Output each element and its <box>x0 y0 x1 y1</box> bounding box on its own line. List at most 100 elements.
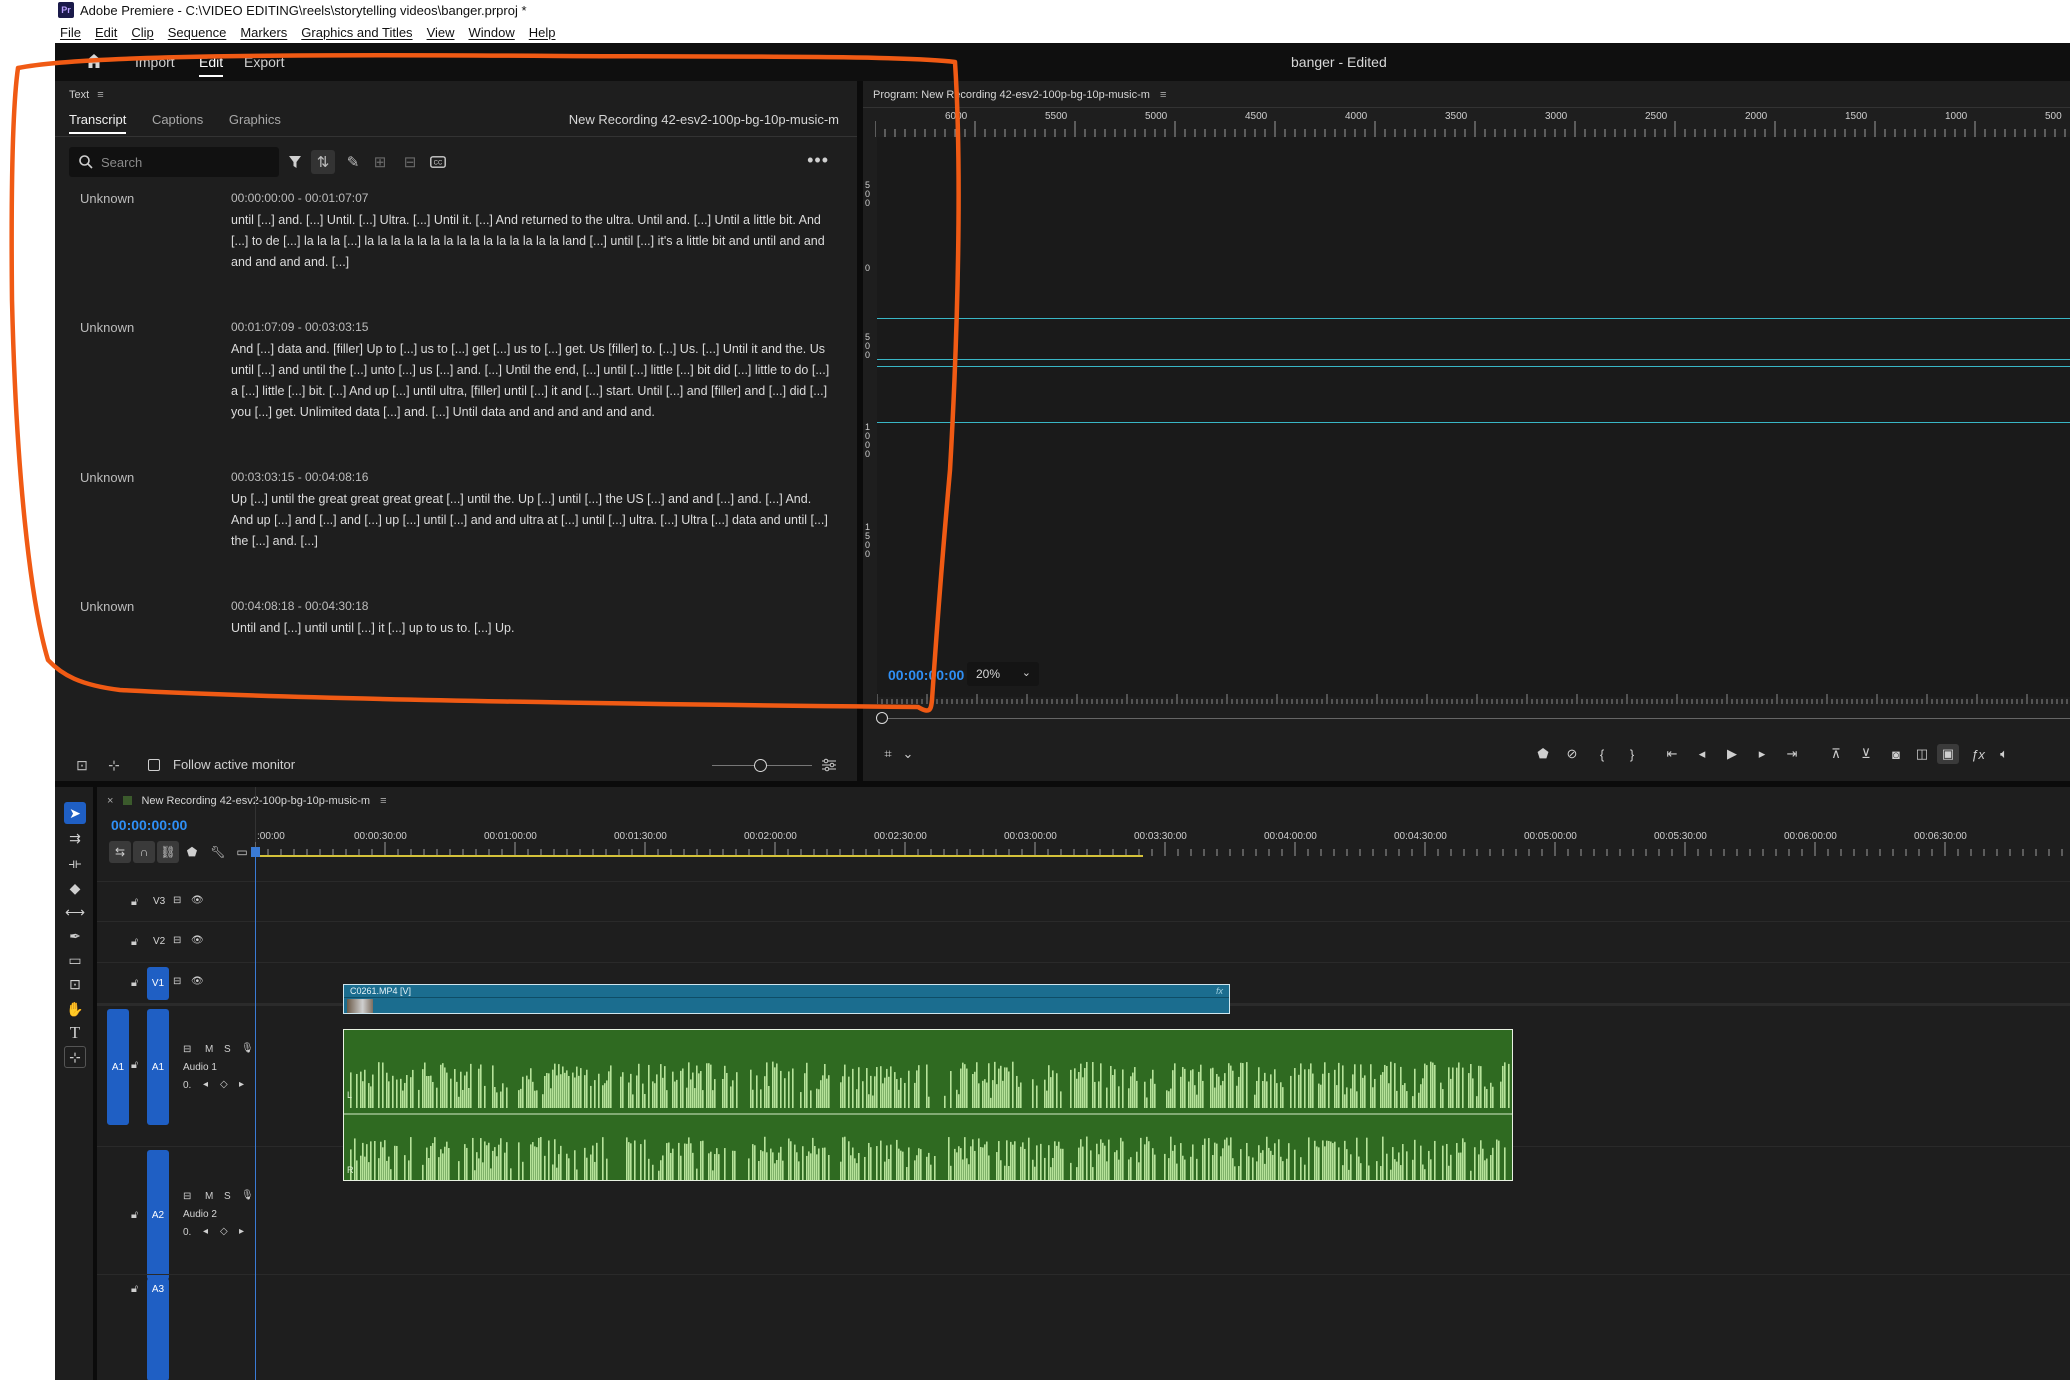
solo-button[interactable]: S <box>224 1191 231 1202</box>
pen-tool-icon[interactable]: ✒ <box>64 925 86 947</box>
prev-keyframe-icon[interactable]: ◂ <box>203 1226 208 1237</box>
sync-lock-icon[interactable]: ⊟ <box>183 1191 191 1202</box>
transcript-search-input[interactable]: Search <box>69 147 279 177</box>
tab-transcript[interactable]: Transcript <box>69 112 126 127</box>
segment-text[interactable]: Until and [...] until until [...] it [..… <box>231 618 836 639</box>
step-back-icon[interactable]: ◂ <box>1691 744 1713 764</box>
extract-icon[interactable]: ⊻ <box>1855 744 1877 764</box>
work-area-bar[interactable] <box>255 855 1143 857</box>
track-target-a2[interactable]: A2 <box>147 1150 169 1280</box>
speaker-label[interactable]: Unknown <box>80 191 134 206</box>
zoom-level-select[interactable]: 20% ⌄ <box>967 662 1039 686</box>
rectangle-tool-icon[interactable]: ▭ <box>64 949 86 971</box>
hand-tool-icon[interactable]: ✋ <box>64 998 86 1020</box>
playhead-handle[interactable] <box>251 847 260 857</box>
tab-captions[interactable]: Captions <box>152 112 203 127</box>
speaker-label[interactable]: Unknown <box>80 470 134 485</box>
ripple-edit-tool-icon[interactable]: ⟛ <box>64 852 86 874</box>
transcript-settings-icon[interactable]: ⊹ <box>103 755 125 775</box>
menu-clip[interactable]: Clip <box>131 25 153 40</box>
sync-transcript-icon[interactable]: ⇅ <box>311 150 335 174</box>
adjust-icon[interactable] <box>818 755 840 775</box>
next-keyframe-icon[interactable]: ▸ <box>239 1226 244 1237</box>
sync-lock-icon[interactable]: ⊟ <box>183 1044 191 1055</box>
go-to-in-icon[interactable]: ⇤ <box>1661 744 1683 764</box>
menu-view[interactable]: View <box>427 25 455 40</box>
play-icon[interactable]: ▶ <box>1721 744 1743 764</box>
captions-icon[interactable]: ▭ <box>231 841 253 863</box>
wrench-icon[interactable]: 🔧︎ <box>207 841 229 863</box>
guide-line[interactable] <box>877 366 2070 367</box>
comparison-view-icon[interactable]: ◫ <box>1911 744 1933 764</box>
add-keyframe-icon[interactable]: ◇ <box>220 1226 228 1237</box>
menu-file[interactable]: File <box>60 25 81 40</box>
snap-icon[interactable]: ∩ <box>133 841 155 863</box>
track-target-a3[interactable]: A3 <box>147 1278 169 1380</box>
razor-tool-icon[interactable]: ◆ <box>64 877 86 899</box>
eye-icon[interactable]: 👁︎ <box>191 976 204 987</box>
tab-import[interactable]: Import <box>135 54 175 70</box>
speaker-label[interactable]: Unknown <box>80 320 134 335</box>
panel-menu-icon[interactable]: ≡ <box>97 89 103 101</box>
menu-markers[interactable]: Markers <box>240 25 287 40</box>
type-tool-icon[interactable]: T <box>64 1022 86 1044</box>
menu-edit[interactable]: Edit <box>95 25 117 40</box>
timeline-tab[interactable]: × New Recording 42-esv2-100p-bg-10p-music… <box>107 795 387 807</box>
add-keyframe-icon[interactable]: ◇ <box>220 1079 228 1090</box>
sync-lock-icon[interactable]: ⊟ <box>173 895 181 906</box>
mute-button[interactable]: M <box>205 1191 213 1202</box>
eye-icon[interactable]: 👁︎ <box>191 895 204 906</box>
segment-text[interactable]: until [...] and. [...] Until. [...] Ultr… <box>231 210 836 273</box>
microphone-icon[interactable]: 🎙︎ <box>241 1043 254 1054</box>
go-to-out-icon[interactable]: ⇥ <box>1781 744 1803 764</box>
mute-button[interactable]: M <box>205 1044 213 1055</box>
prev-keyframe-icon[interactable]: ◂ <box>203 1079 208 1090</box>
program-timecode[interactable]: 00:00:00:00 <box>888 667 964 683</box>
sync-lock-icon[interactable]: ⊟ <box>173 976 181 987</box>
split-segment-icon[interactable]: ⊞ <box>368 150 392 174</box>
track-volume[interactable]: 0. <box>183 1227 191 1238</box>
video-clip[interactable]: C0261.MP4 [V] fx <box>343 984 1230 1014</box>
lock-icon[interactable]: 🔓︎ <box>131 936 138 949</box>
menu-window[interactable]: Window <box>469 25 515 40</box>
speaker-label[interactable]: Unknown <box>80 599 134 614</box>
insert-sequence-icon[interactable]: ⇆ <box>109 841 131 863</box>
track-target-v1[interactable]: V1 <box>147 967 169 1000</box>
menu-graphics-and-titles[interactable]: Graphics and Titles <box>301 25 412 40</box>
export-frame-icon[interactable]: ◙ <box>1885 744 1907 764</box>
clear-marker-icon[interactable]: ⊘ <box>1561 744 1583 764</box>
menu-sequence[interactable]: Sequence <box>168 25 227 40</box>
lock-icon[interactable]: 🔓︎ <box>131 896 138 909</box>
lock-icon[interactable]: 🔓︎ <box>131 1283 138 1296</box>
eye-icon[interactable]: 👁︎ <box>191 935 204 946</box>
timeline-ruler[interactable]: :00:00 00:00:30:00 00:01:00:00 00:01:30:… <box>255 827 2070 857</box>
crop-tool-icon[interactable]: ⊡ <box>64 973 86 995</box>
home-icon[interactable] <box>85 53 103 69</box>
lock-icon[interactable]: 🔓︎ <box>131 977 138 990</box>
audio-clip[interactable]: L R <box>343 1029 1513 1181</box>
guide-line[interactable] <box>877 318 2070 319</box>
proxy-toggle-icon[interactable]: ▣ <box>1937 744 1959 764</box>
add-marker-icon[interactable]: ⬟ <box>181 841 203 863</box>
panel-menu-icon[interactable]: ≡ <box>380 795 386 807</box>
video-canvas[interactable] <box>877 137 2070 697</box>
step-forward-icon[interactable]: ▸ <box>1751 744 1773 764</box>
segment-text[interactable]: Up [...] until the great great great gre… <box>231 489 836 552</box>
program-playhead-handle[interactable] <box>876 712 888 724</box>
selection-tool-icon[interactable]: ➤ <box>64 802 86 824</box>
transcript-view-icon[interactable]: ⊡ <box>71 755 93 775</box>
next-keyframe-icon[interactable]: ▸ <box>239 1079 244 1090</box>
fx-icon[interactable]: ƒx <box>1967 744 1989 764</box>
panel-menu-icon[interactable]: ≡ <box>1160 89 1166 101</box>
track-target-a1[interactable]: A1 <box>147 1009 169 1125</box>
solo-button[interactable]: S <box>224 1044 231 1055</box>
volume-icon[interactable]: 🔈︎ <box>1993 744 2015 764</box>
close-icon[interactable]: × <box>107 795 113 807</box>
menu-help[interactable]: Help <box>529 25 556 40</box>
linked-selection-icon[interactable]: ⛓ <box>157 841 179 863</box>
chevron-down-icon[interactable]: ⌄ <box>897 744 919 764</box>
mark-out-icon[interactable]: } <box>1621 744 1643 764</box>
lock-icon[interactable]: 🔓︎ <box>131 1059 138 1072</box>
source-patch-a1[interactable]: A1 <box>107 1009 129 1125</box>
sync-lock-icon[interactable]: ⊟ <box>173 935 181 946</box>
